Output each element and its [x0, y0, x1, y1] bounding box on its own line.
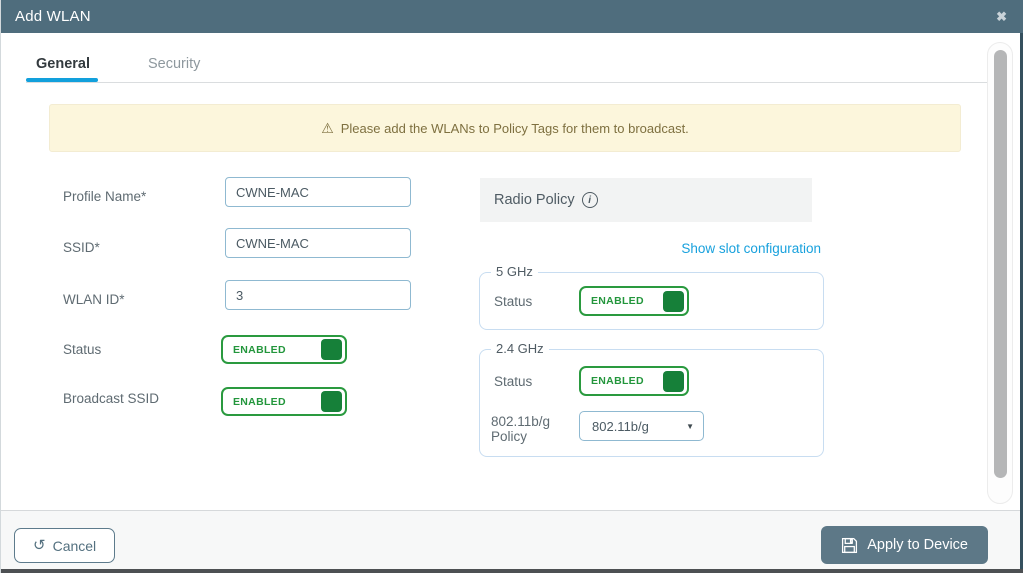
scrollbar-thumb[interactable] [994, 50, 1007, 478]
dialog-title: Add WLAN [15, 8, 91, 25]
radio-policy-title: Radio Policy [494, 192, 575, 208]
band-24ghz-status-toggle[interactable]: ENABLED [579, 366, 689, 396]
band-5ghz-status-label: Status [494, 294, 533, 309]
status-toggle[interactable]: ENABLED [221, 335, 347, 364]
close-icon[interactable]: ✖ [996, 10, 1007, 23]
band-24ghz-legend: 2.4 GHz [491, 341, 549, 356]
apply-to-device-button[interactable]: Apply to Device [821, 526, 988, 564]
ssid-label: SSID* [63, 240, 100, 255]
broadcast-ssid-toggle-state: ENABLED [233, 395, 286, 408]
dialog-titlebar: Add WLAN ✖ [1, 0, 1023, 33]
chevron-down-icon: ▼ [686, 421, 694, 431]
cancel-button-label: Cancel [52, 537, 97, 554]
tab-security[interactable]: Security [148, 56, 200, 72]
toggle-knob [321, 339, 342, 360]
toggle-knob [663, 290, 684, 312]
wlan-id-label: WLAN ID* [63, 292, 125, 307]
apply-button-label: Apply to Device [867, 537, 968, 553]
band-5ghz-legend: 5 GHz [491, 264, 538, 279]
band-24ghz-status-label: Status [494, 374, 533, 389]
band-5ghz-toggle-state: ENABLED [591, 295, 644, 307]
add-wlan-dialog: Add WLAN ✖ General Security ⚠ Please add… [0, 0, 1023, 573]
show-slot-configuration-link[interactable]: Show slot configuration [480, 241, 821, 256]
info-icon[interactable]: i [581, 192, 598, 208]
tabs-divider [26, 82, 1003, 83]
band-24ghz-group: 2.4 GHz Status ENABLED 802.11b/g Policy … [479, 341, 824, 457]
80211bg-policy-label: 802.11b/g Policy [491, 414, 551, 444]
80211bg-policy-value: 802.11b/g [592, 418, 649, 434]
broadcast-ssid-toggle[interactable]: ENABLED [221, 387, 347, 416]
broadcast-ssid-label: Broadcast SSID [63, 391, 160, 406]
tab-general[interactable]: General [36, 56, 90, 72]
radio-policy-header: Radio Policy i [480, 178, 812, 222]
save-icon [841, 537, 858, 554]
dialog-footer: ↺ Cancel Apply to Device [1, 510, 1023, 569]
profile-name-label: Profile Name* [63, 189, 147, 204]
profile-name-input[interactable] [225, 177, 411, 207]
band-5ghz-group: 5 GHz Status ENABLED [479, 264, 824, 330]
status-toggle-state: ENABLED [233, 343, 286, 356]
undo-icon: ↺ [33, 537, 46, 554]
80211bg-policy-dropdown[interactable]: 802.11b/g ▼ [579, 411, 704, 441]
band-24ghz-toggle-state: ENABLED [591, 375, 644, 387]
ssid-input[interactable] [225, 228, 411, 258]
dialog-bottom-edge [1, 569, 1023, 573]
wlan-id-input[interactable] [225, 280, 411, 310]
toggle-knob [663, 370, 684, 392]
warning-text: Please add the WLANs to Policy Tags for … [340, 120, 689, 136]
status-label: Status [63, 342, 102, 357]
cancel-button[interactable]: ↺ Cancel [14, 528, 116, 563]
toggle-knob [321, 391, 342, 412]
band-5ghz-status-toggle[interactable]: ENABLED [579, 286, 689, 316]
warning-icon: ⚠ [321, 119, 334, 136]
policy-tag-warning-banner: ⚠ Please add the WLANs to Policy Tags fo… [49, 104, 961, 152]
